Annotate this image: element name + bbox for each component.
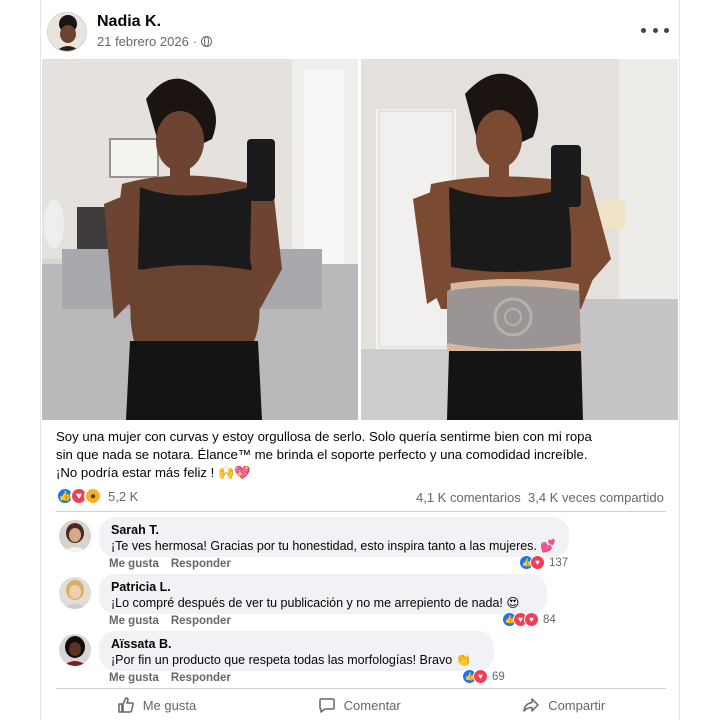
dot-icon bbox=[641, 27, 646, 33]
comment-actions: Me gusta Responder bbox=[109, 672, 231, 684]
comment-reaction-count: 84 bbox=[543, 613, 556, 626]
commenter-name[interactable]: Patricia L. bbox=[111, 579, 535, 595]
post-card: Nadia K. 21 febrero 2026 · Soy una mujer… bbox=[40, 0, 680, 720]
comment-text: ¡Por fin un producto que respeta todas l… bbox=[111, 653, 472, 667]
comment-bubble: Sarah T. ¡Te ves hermosa! Gracias por tu… bbox=[99, 517, 569, 557]
caption-line: ¡No podría estar más feliz ! 🙌💖 bbox=[56, 465, 251, 480]
wow-icon: ● bbox=[84, 487, 102, 505]
comment-reply-button[interactable]: Responder bbox=[171, 615, 231, 627]
love-icon: ♥ bbox=[530, 555, 545, 570]
comment-item: Sarah T. ¡Te ves hermosa! Gracias por tu… bbox=[59, 517, 659, 573]
comment-text: ¡Te ves hermosa! Gracias por tu honestid… bbox=[111, 539, 556, 553]
comment-like-button[interactable]: Me gusta bbox=[109, 558, 159, 570]
share-icon bbox=[523, 698, 539, 712]
caption-line: sin que nada se notara. Élance™ me brind… bbox=[56, 447, 588, 462]
share-button-label: Compartir bbox=[548, 697, 606, 713]
author-name[interactable]: Nadia K. bbox=[97, 13, 161, 31]
more-options-button[interactable] bbox=[641, 20, 669, 40]
comment-actions: Me gusta Responder bbox=[109, 615, 231, 627]
comment-reply-button[interactable]: Responder bbox=[171, 672, 231, 684]
post-header: Nadia K. 21 febrero 2026 · bbox=[47, 10, 677, 56]
reactions-summary[interactable]: 👍 ♥ ● 5,2 K bbox=[56, 487, 138, 505]
author-avatar[interactable] bbox=[47, 12, 87, 52]
comment-bubble: Aïssata B. ¡Por fin un producto que resp… bbox=[99, 631, 494, 671]
comment-item: Aïssata B. ¡Por fin un producto que resp… bbox=[59, 631, 659, 687]
divider bbox=[56, 688, 666, 689]
post-action-bar: Me gusta Comentar Compartir bbox=[56, 690, 666, 720]
love-eyes-icon: ♥ bbox=[524, 612, 539, 627]
comment-text: ¡Lo compré después de ver tu publicación… bbox=[111, 596, 520, 610]
comment-actions: Me gusta Responder bbox=[109, 558, 231, 570]
reaction-count: 5,2 K bbox=[108, 488, 139, 504]
post-meta: 21 febrero 2026 · bbox=[97, 34, 213, 49]
dot-icon bbox=[652, 27, 658, 33]
commenter-avatar[interactable] bbox=[59, 634, 91, 666]
caption-line: Soy una mujer con curvas y estoy orgullo… bbox=[56, 429, 592, 444]
share-button[interactable]: Compartir bbox=[522, 690, 605, 720]
globe-icon bbox=[201, 36, 213, 47]
after-photo[interactable] bbox=[361, 59, 678, 420]
commenter-name[interactable]: Aïssata B. bbox=[111, 636, 482, 652]
comment-button[interactable]: Comentar bbox=[318, 690, 401, 720]
post-stats: 👍 ♥ ● 5,2 K 4,1 K comentarios 3,4 K vece… bbox=[56, 486, 666, 508]
love-icon: ♥ bbox=[473, 669, 488, 684]
comment-reply-button[interactable]: Responder bbox=[171, 558, 231, 570]
comment-reaction-count: 69 bbox=[492, 670, 505, 683]
meta-separator: · bbox=[192, 34, 198, 49]
thumbs-up-icon bbox=[117, 697, 134, 713]
comment-button-label: Comentar bbox=[343, 697, 401, 713]
comments-count[interactable]: 4,1 K comentarios bbox=[416, 490, 521, 505]
comment-like-button[interactable]: Me gusta bbox=[109, 615, 159, 627]
comment-reactions[interactable]: 👍 ♥ 137 bbox=[519, 555, 568, 570]
dot-icon bbox=[664, 27, 669, 33]
comment-bubble: Patricia L. ¡Lo compré después de ver tu… bbox=[99, 574, 547, 614]
comment-reactions[interactable]: 👍 ♥ 69 bbox=[462, 669, 505, 684]
post-caption: Soy una mujer con curvas y estoy orgullo… bbox=[56, 428, 616, 482]
comment-icon bbox=[318, 698, 335, 713]
divider bbox=[56, 511, 666, 512]
comment-like-button[interactable]: Me gusta bbox=[109, 672, 159, 684]
comment-reactions[interactable]: 👍 ♥ ♥ 84 bbox=[502, 612, 556, 627]
before-photo[interactable] bbox=[42, 59, 358, 420]
like-button[interactable]: Me gusta bbox=[117, 690, 196, 720]
commenter-avatar[interactable] bbox=[59, 520, 91, 552]
post-date[interactable]: 21 febrero 2026 bbox=[97, 34, 189, 49]
comment-reaction-count: 137 bbox=[549, 556, 569, 569]
commenter-avatar[interactable] bbox=[59, 577, 91, 609]
like-button-label: Me gusta bbox=[142, 697, 197, 713]
commenter-name[interactable]: Sarah T. bbox=[111, 522, 557, 538]
comment-item: Patricia L. ¡Lo compré después de ver tu… bbox=[59, 574, 659, 630]
shares-count[interactable]: 3,4 K veces compartido bbox=[528, 490, 664, 505]
